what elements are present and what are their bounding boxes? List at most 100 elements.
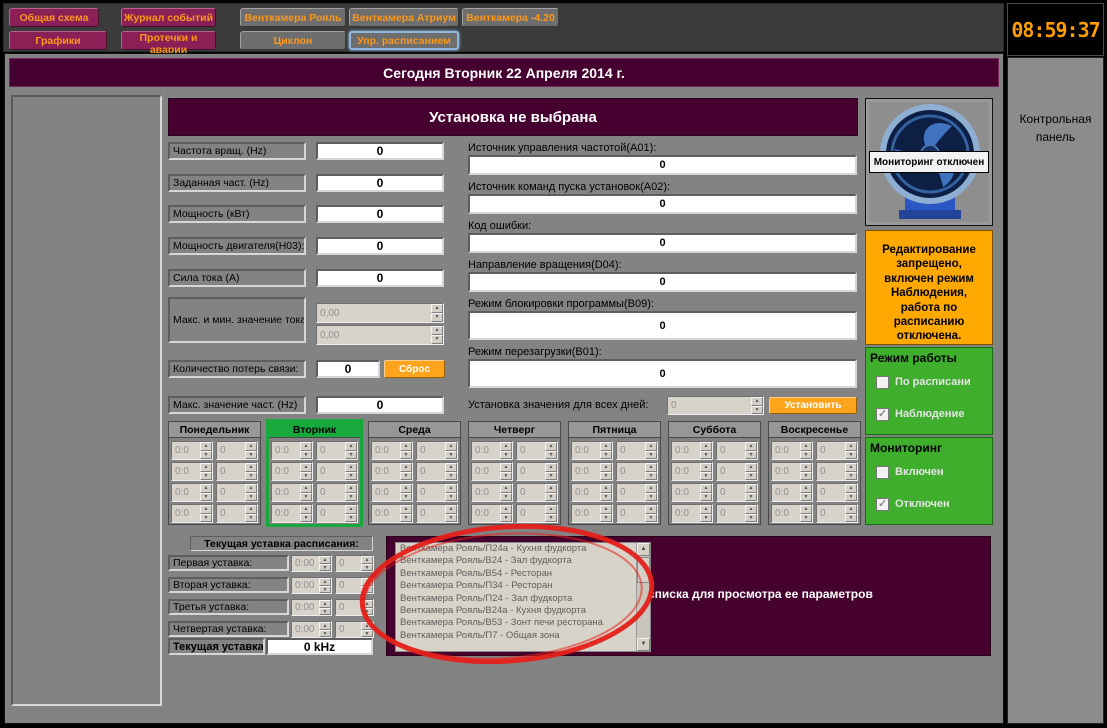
spinner-up-icon[interactable]: ▲ [645, 484, 657, 493]
value-spinner[interactable]: 0▲▼ [716, 462, 758, 481]
unit-list-item[interactable]: Венткамера Рояль/П7 - Общая зона [396, 630, 650, 642]
time-spinner[interactable]: 0:0▲▼ [671, 504, 713, 523]
spinner-arrows[interactable]: ▲▼ [600, 463, 612, 480]
spinner-down-icon[interactable]: ▼ [800, 451, 812, 460]
value-spinner[interactable]: 0▲▼ [416, 483, 458, 502]
spinner-arrows[interactable]: ▲▼ [800, 442, 812, 459]
value-spinner[interactable]: 0▲▼ [416, 441, 458, 460]
time-spinner[interactable]: 0:0▲▼ [671, 483, 713, 502]
toolbar-button[interactable]: Графики [9, 31, 107, 50]
spinner-up-icon[interactable]: ▲ [319, 556, 331, 564]
spinner-arrows[interactable]: ▲▼ [800, 505, 812, 522]
spinner-up-icon[interactable]: ▲ [200, 505, 212, 514]
spinner-up-icon[interactable]: ▲ [845, 463, 857, 472]
spinner-arrows[interactable]: ▲▼ [845, 484, 857, 501]
spinner-up-icon[interactable]: ▲ [300, 505, 312, 514]
spinner-up-icon[interactable]: ▲ [345, 484, 357, 493]
checkbox-icon[interactable] [876, 498, 889, 511]
spinner-down-icon[interactable]: ▼ [700, 472, 712, 481]
spinner-down-icon[interactable]: ▼ [319, 564, 331, 572]
spinner-down-icon[interactable]: ▼ [845, 451, 857, 460]
spinner-arrows[interactable]: ▲▼ [400, 505, 412, 522]
toolbar-button[interactable]: Венткамера Атриум [349, 8, 459, 27]
spinner-up-icon[interactable]: ▲ [245, 484, 257, 493]
spinner-up-icon[interactable]: ▲ [319, 622, 331, 630]
reset-button[interactable]: Сброс [384, 360, 445, 378]
time-spinner[interactable]: 0:0▲▼ [671, 462, 713, 481]
spinner-arrows[interactable]: ▲▼ [545, 484, 557, 501]
toolbar-button[interactable]: Упр. расписанием [349, 31, 459, 50]
spinner-up-icon[interactable]: ▲ [300, 484, 312, 493]
spinner-down-icon[interactable]: ▼ [500, 472, 512, 481]
spinner-up-icon[interactable]: ▲ [245, 505, 257, 514]
toolbar-button[interactable]: Циклон [240, 31, 346, 50]
time-spinner[interactable]: 0:0▲▼ [771, 483, 813, 502]
time-spinner[interactable]: 0:0▲▼ [771, 504, 813, 523]
spinner-arrows[interactable]: ▲▼ [500, 463, 512, 480]
value-spinner[interactable]: 0▲▼ [616, 441, 658, 460]
spinner-up-icon[interactable]: ▲ [800, 484, 812, 493]
spinner-arrows[interactable]: ▲▼ [445, 463, 457, 480]
spinner-up-icon[interactable]: ▲ [545, 505, 557, 514]
spinner-arrows[interactable]: ▲▼ [700, 505, 712, 522]
spinner-down-icon[interactable]: ▼ [745, 514, 757, 523]
time-spinner[interactable]: 0:0▲▼ [171, 483, 213, 502]
spinner-arrows[interactable]: ▲▼ [345, 505, 357, 522]
spinner-arrows[interactable]: ▲▼ [800, 463, 812, 480]
spinner-down-icon[interactable]: ▼ [200, 451, 212, 460]
setpoint-time-spinner[interactable]: 0:00▲▼ [291, 599, 332, 616]
spinner-up-icon[interactable]: ▲ [845, 505, 857, 514]
spinner-arrows[interactable]: ▲▼ [361, 578, 373, 593]
spinner-down-icon[interactable]: ▼ [645, 493, 657, 502]
time-spinner[interactable]: 0:0▲▼ [471, 462, 513, 481]
spinner-down-icon[interactable]: ▼ [545, 472, 557, 481]
spinner-up-icon[interactable]: ▲ [361, 578, 373, 586]
value-spinner[interactable]: 0▲▼ [516, 441, 558, 460]
spinner-arrows[interactable]: ▲▼ [319, 556, 331, 571]
value-spinner[interactable]: 0▲▼ [316, 441, 358, 460]
unit-list-item[interactable]: Венткамера Рояль/П24а - Кухня фудкорта [396, 543, 650, 555]
monitoring-option[interactable]: Отключен [876, 496, 992, 512]
spinner-down-icon[interactable]: ▼ [600, 451, 612, 460]
value-spinner[interactable]: 0▲▼ [516, 483, 558, 502]
spinner-up-icon[interactable]: ▲ [319, 600, 331, 608]
spinner-up-icon[interactable]: ▲ [745, 442, 757, 451]
spinner-arrows[interactable]: ▲▼ [431, 304, 443, 322]
spinner-arrows[interactable]: ▲▼ [345, 463, 357, 480]
spinner-arrows[interactable]: ▲▼ [300, 463, 312, 480]
spinner-up-icon[interactable]: ▲ [245, 463, 257, 472]
spinner-arrows[interactable]: ▲▼ [200, 505, 212, 522]
spinner-down-icon[interactable]: ▼ [245, 514, 257, 523]
value-spinner[interactable]: 0▲▼ [816, 483, 858, 502]
spinner-down-icon[interactable]: ▼ [361, 586, 373, 594]
time-spinner[interactable]: 0:0▲▼ [371, 441, 413, 460]
spinner-down-icon[interactable]: ▼ [345, 514, 357, 523]
spinner-down-icon[interactable]: ▼ [500, 493, 512, 502]
spinner-arrows[interactable]: ▲▼ [800, 484, 812, 501]
unit-list-item[interactable]: Венткамера Рояль/В54 - Ресторан [396, 568, 650, 580]
spinner-arrows[interactable]: ▲▼ [445, 505, 457, 522]
spinner-arrows[interactable]: ▲▼ [700, 442, 712, 459]
value-spinner[interactable]: 0▲▼ [416, 504, 458, 523]
time-spinner[interactable]: 0:0▲▼ [571, 504, 613, 523]
spinner-down-icon[interactable]: ▼ [431, 335, 443, 344]
spinner-up-icon[interactable]: ▲ [361, 600, 373, 608]
spinner-down-icon[interactable]: ▼ [751, 406, 763, 415]
setpoint-time-spinner[interactable]: 0:00▲▼ [291, 577, 332, 594]
spinner-arrows[interactable]: ▲▼ [200, 484, 212, 501]
spinner-arrows[interactable]: ▲▼ [500, 505, 512, 522]
time-spinner[interactable]: 0:0▲▼ [471, 483, 513, 502]
spinner-arrows[interactable]: ▲▼ [545, 463, 557, 480]
time-spinner[interactable]: 0:0▲▼ [571, 462, 613, 481]
spinner-down-icon[interactable]: ▼ [645, 451, 657, 460]
spinner-down-icon[interactable]: ▼ [545, 451, 557, 460]
spinner-up-icon[interactable]: ▲ [600, 463, 612, 472]
spinner-up-icon[interactable]: ▲ [600, 484, 612, 493]
spinner-up-icon[interactable]: ▲ [400, 505, 412, 514]
spinner-arrows[interactable]: ▲▼ [745, 442, 757, 459]
time-spinner[interactable]: 0:0▲▼ [371, 504, 413, 523]
spinner-up-icon[interactable]: ▲ [431, 326, 443, 335]
spinner-down-icon[interactable]: ▼ [300, 514, 312, 523]
value-spinner[interactable]: 0▲▼ [216, 441, 258, 460]
unit-list-item[interactable]: Венткамера Рояль/П34 - Ресторан [396, 580, 650, 592]
